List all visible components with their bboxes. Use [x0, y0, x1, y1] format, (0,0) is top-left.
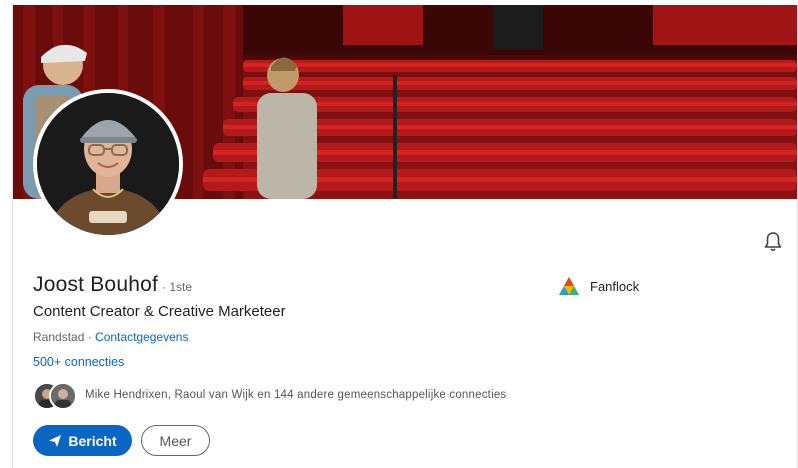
- profile-card: Joost Bouhof · 1ste Content Creator & Cr…: [12, 5, 798, 468]
- location-row: Randstad · Contactgegevens: [33, 330, 188, 344]
- connection-degree: · 1ste: [162, 280, 193, 294]
- mutual-connections[interactable]: Mike Hendrixen, Raoul van Wijk en 144 an…: [33, 379, 506, 411]
- message-button-label: Bericht: [68, 432, 117, 449]
- bell-icon[interactable]: [761, 230, 785, 254]
- mutual-avatar: [49, 382, 77, 410]
- current-company[interactable]: Fanflock: [558, 273, 639, 299]
- profile-location: Randstad ·: [33, 330, 92, 344]
- mutual-connections-text: Mike Hendrixen, Raoul van Wijk en 144 an…: [85, 389, 507, 401]
- fanflock-logo-icon: [559, 277, 579, 295]
- contact-info-link[interactable]: Contactgegevens: [95, 330, 188, 344]
- connections-link[interactable]: 500+ connecties: [33, 355, 124, 369]
- more-button[interactable]: Meer: [141, 425, 210, 456]
- profile-headline: Content Creator & Creative Marketeer: [33, 303, 286, 320]
- message-button[interactable]: Bericht: [33, 425, 132, 456]
- profile-name-row: Joost Bouhof · 1ste: [33, 273, 192, 303]
- profile-name: Joost Bouhof: [33, 273, 158, 296]
- send-icon: [48, 434, 62, 448]
- avatar-photo: [37, 93, 179, 235]
- company-name: Fanflock: [590, 278, 640, 294]
- more-button-label: Meer: [159, 432, 192, 449]
- profile-avatar[interactable]: [33, 89, 183, 239]
- mutual-connection-avatars: [33, 381, 79, 410]
